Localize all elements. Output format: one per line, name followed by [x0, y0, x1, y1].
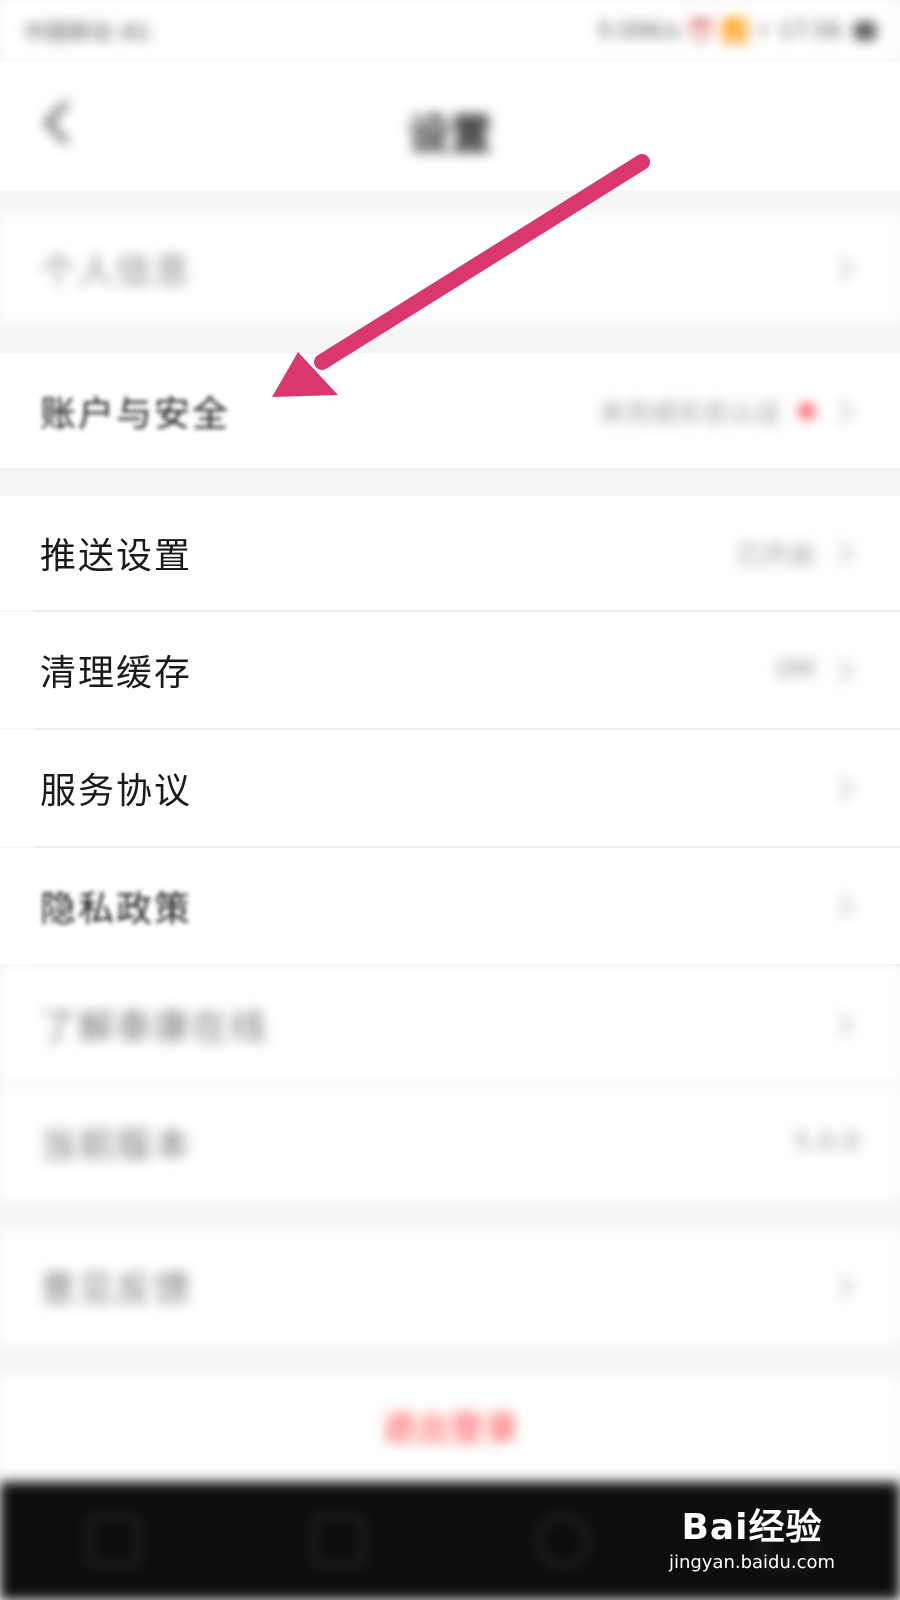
settings-row-about[interactable]: 了解泰康在线	[0, 966, 900, 1082]
carrier-text: 中国移动 4G	[24, 21, 151, 46]
status-bar: 中国移动 4G 0.00K/s ⏰ 📶 ⚡ 17:56	[0, 0, 900, 62]
row-label: 账户与安全	[40, 394, 231, 435]
menu-icon[interactable]	[86, 1515, 139, 1567]
row-label: 服务协议	[40, 771, 193, 812]
row-value: 未完成实名认证	[598, 398, 781, 429]
watermark-logo: Bai经验	[681, 1507, 823, 1548]
logout-button[interactable]: 退出登录	[382, 1401, 518, 1450]
battery-icon	[854, 22, 876, 40]
settings-row-cache[interactable]: 清理缓存 0M	[0, 612, 900, 728]
watermark-url: jingyan.baidu.com	[668, 1552, 836, 1573]
status-indicators: 0.00K/s ⏰ 📶 ⚡ 17:56	[598, 18, 842, 44]
row-label: 意见反馈	[40, 1269, 193, 1310]
chevron-right-icon	[829, 398, 854, 424]
row-value: 0M	[776, 655, 815, 685]
settings-row-feedback[interactable]: 意见反馈	[0, 1228, 900, 1344]
chevron-right-icon	[829, 775, 854, 801]
home-icon[interactable]	[536, 1515, 589, 1567]
settings-row-service[interactable]: 服务协议	[0, 730, 900, 846]
logout-bar: 退出登录	[0, 1375, 900, 1475]
chevron-right-icon	[829, 657, 854, 683]
settings-row-privacy[interactable]: 隐私政策	[0, 848, 900, 964]
row-label: 个人信息	[40, 251, 193, 292]
back-nav-icon[interactable]	[311, 1515, 364, 1567]
settings-row-version: 当前版本 5.0.0	[0, 1084, 900, 1200]
chevron-right-icon	[829, 255, 854, 281]
row-label: 清理缓存	[40, 653, 193, 694]
row-label: 了解泰康在线	[40, 1007, 269, 1048]
row-label: 隐私政策	[40, 889, 193, 930]
settings-screen: 中国移动 4G 0.00K/s ⏰ 📶 ⚡ 17:56 设置 个人信息 账户与安…	[0, 0, 900, 1600]
row-label: 当前版本	[40, 1125, 193, 1166]
back-chevron-icon	[43, 100, 87, 144]
back-button[interactable]	[28, 92, 88, 152]
notification-dot	[799, 403, 815, 419]
settings-row-account[interactable]: 账户与安全 未完成实名认证	[0, 354, 900, 468]
page-title: 设置	[407, 109, 492, 159]
row-value: 已开启	[736, 540, 815, 571]
version-value: 5.0.0	[793, 1127, 860, 1157]
settings-row-push[interactable]: 推送设置 已开启	[0, 496, 900, 610]
baidu-jingyan-watermark: Bai经验 jingyan.baidu.com	[662, 1498, 842, 1594]
chevron-right-icon	[829, 1011, 854, 1037]
row-label: 推送设置	[40, 536, 193, 577]
chevron-right-icon	[829, 540, 854, 566]
chevron-right-icon	[829, 1273, 854, 1299]
settings-row-personal[interactable]: 个人信息	[0, 212, 900, 324]
chevron-right-icon	[829, 893, 854, 919]
nav-bar: 设置	[0, 62, 900, 190]
